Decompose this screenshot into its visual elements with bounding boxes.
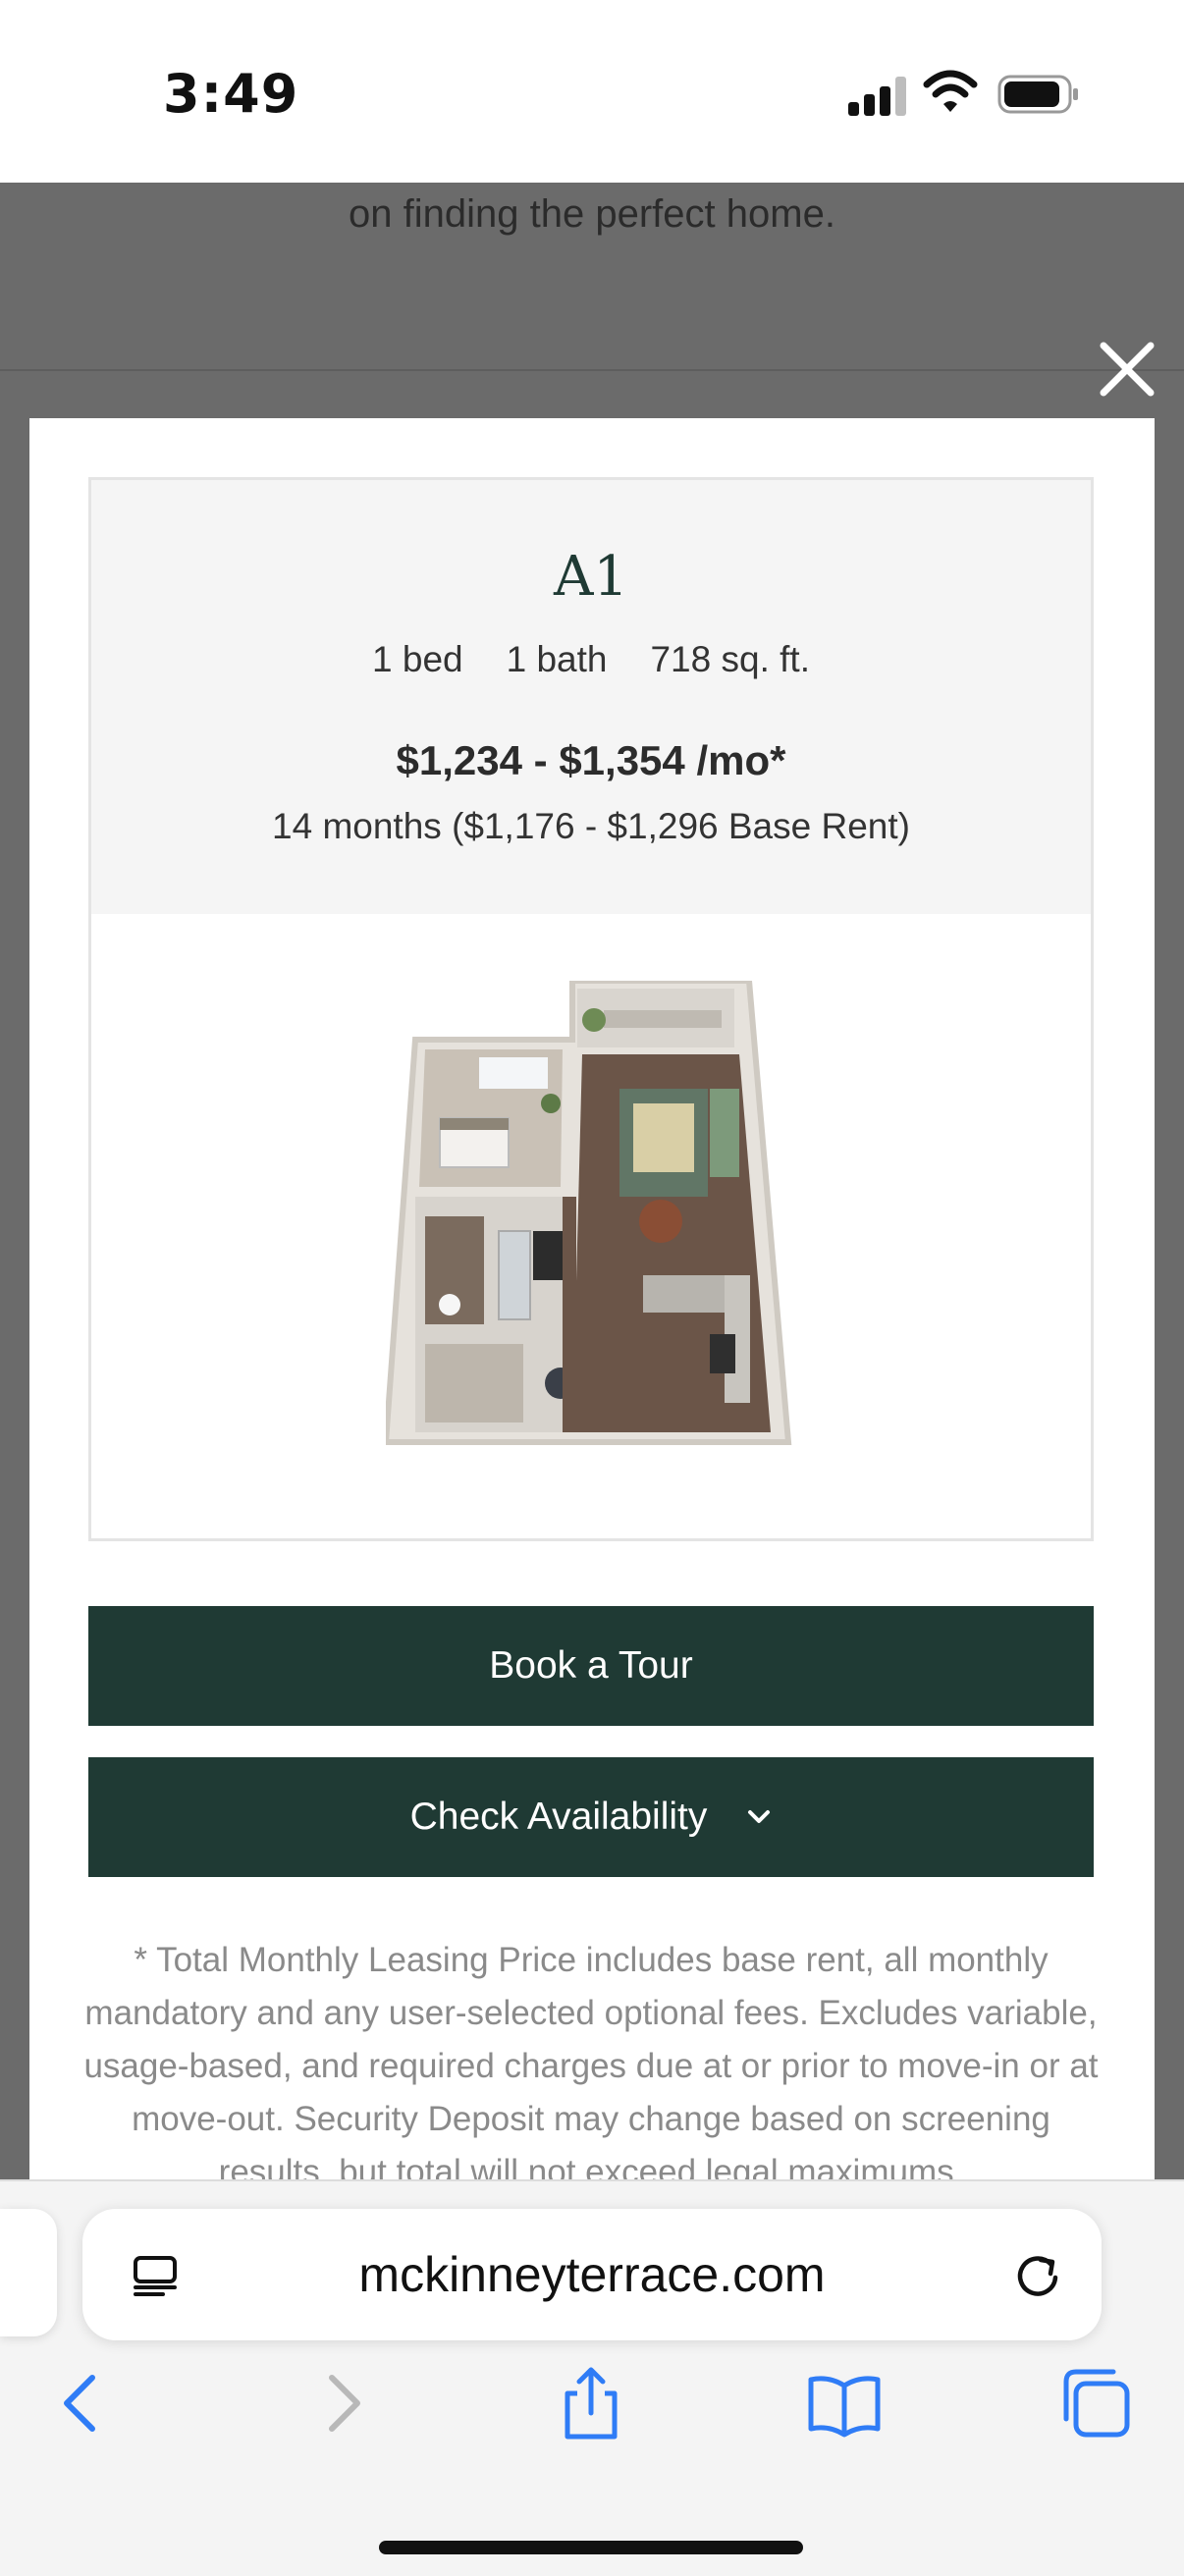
beds-count: 1 bed [372,639,463,679]
status-bar: 3:49 [0,0,1184,183]
battery-icon [997,75,1078,114]
plan-name: A1 [553,545,629,609]
lease-term: 14 months ($1,176 - $1,296 Base Rent) [272,806,910,846]
background-page: on finding the perfect home. [0,183,1184,371]
floorplan-image [386,981,792,1445]
price-range: $1,234 - $1,354 /mo* [396,737,786,783]
share-icon[interactable] [552,2364,630,2442]
browser-toolbar: mckinneyterrace.com [0,2179,1184,2576]
back-icon[interactable] [45,2364,124,2442]
check-availability-label: Check Availability [409,1796,708,1838]
close-icon[interactable] [1096,338,1158,401]
cellular-signal-icon [848,77,907,116]
check-availability-button[interactable]: Check Availability [88,1757,1094,1877]
url-text: mckinneyterrace.com [358,2247,826,2302]
square-footage: 718 sq. ft. [650,639,810,679]
home-indicator [379,2541,803,2554]
floorplan-header: A1 1 bed 1 bath 718 sq. ft. $1,234 - $1,35… [91,480,1091,914]
background-page-text: on finding the perfect home. [349,192,835,236]
tabs-icon[interactable] [1056,2364,1135,2442]
forward-icon[interactable] [300,2364,379,2442]
reload-icon[interactable] [1011,2248,1064,2301]
pricing-disclaimer: * Total Monthly Leasing Price includes b… [83,1941,1099,2181]
baths-count: 1 bath [506,639,608,679]
floorplan-modal: A1 1 bed 1 bath 718 sq. ft. $1,234 - $1,35… [29,418,1155,2181]
book-tour-label: Book a Tour [489,1644,693,1687]
plan-specs: 1 bed 1 bath 718 sq. ft. [91,639,1091,680]
chevron-down-icon [748,1810,771,1823]
book-tour-button[interactable]: Book a Tour [88,1606,1094,1726]
bookmarks-icon[interactable] [805,2364,884,2442]
status-time: 3:49 [163,63,299,125]
floorplan-card: A1 1 bed 1 bath 718 sq. ft. $1,234 - $1,35… [88,477,1094,1541]
wifi-icon [923,70,978,112]
address-bar[interactable]: mckinneyterrace.com [82,2209,1102,2340]
previous-tab-preview[interactable] [0,2209,57,2336]
